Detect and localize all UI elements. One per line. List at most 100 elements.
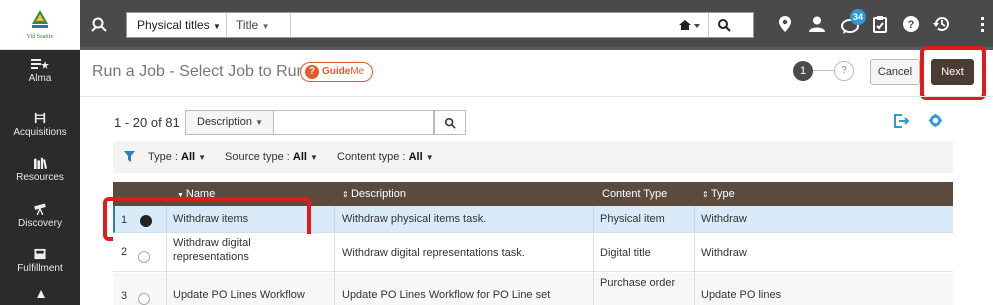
filter-source-value: All [292,151,307,163]
list-search-button[interactable] [434,110,466,135]
search-scope-dropdown[interactable]: Description ▼ [185,110,274,135]
location-icon[interactable] [779,16,791,32]
column-header-type[interactable]: ⇕ Type [702,188,735,200]
inbox-icon [34,248,46,260]
export-icon[interactable] [894,114,910,128]
row-radio-selected[interactable] [140,215,152,227]
list-search-input[interactable] [274,110,434,135]
logo-icon [32,10,48,28]
job-name: Withdraw items [173,213,249,225]
sidebar-item-label: Resources [16,172,64,183]
filter-source-type[interactable]: Source type : All ▼ [225,151,318,163]
divider [334,273,335,305]
search-scope-value: Description [197,116,253,128]
user-icon[interactable] [809,16,825,32]
sidebar-item-alma[interactable]: Alma [0,58,80,84]
row-number: 3 [121,290,128,302]
notification-badge: 34 [850,9,866,25]
column-header-label: Description [350,188,406,200]
table-row[interactable]: 2 Withdraw digital representations Withd… [113,234,953,272]
guideme-me: Me [350,66,365,77]
history-icon[interactable] [933,16,950,32]
search-bar: Physical titles ▼ Title ▼ [126,12,754,38]
divider [166,206,167,233]
search-type-value: Physical titles [137,18,210,32]
column-header-content-type[interactable]: Content Type [602,188,667,200]
guideme-button[interactable]: ? GuideMe [300,62,373,82]
job-description: Withdraw digital representations task. [342,247,525,259]
job-name: Update PO Lines Workflow [173,289,305,301]
divider [593,206,594,233]
job-description: Update PO Lines Workflow for PO Line set [342,289,551,301]
filter-type-value: All [181,151,196,163]
sidebar-item-resources[interactable]: Resources [0,157,80,183]
caret-down-icon: ▼ [255,118,264,127]
home-icon [679,20,700,30]
job-content-type: Purchase order [600,277,676,289]
divider [593,273,594,305]
table-header: ▼ Name ⇕ Description Content Type ⇕ Type [113,182,953,206]
sidebar-item-label: Fulfillment [17,263,63,274]
filter-type[interactable]: Type : All ▼ [148,151,206,163]
next-button[interactable]: Next [931,59,974,85]
clipboard-check-icon[interactable] [873,16,887,33]
filter-bar: Type : All ▼ Source type : All ▼ Content… [113,141,953,173]
caret-down-icon: ▼ [213,22,221,31]
caret-down-icon: ▼ [310,153,318,162]
svg-text:?: ? [908,19,915,31]
search-scope-dropdown[interactable] [675,13,705,37]
left-sidebar: Vid Seattre Alma Acquisitions Resources [0,0,80,305]
search-field-dropdown[interactable]: Title ▼ [236,13,288,37]
row-radio[interactable] [138,293,150,305]
search-type-dropdown[interactable]: Physical titles ▼ [137,13,225,37]
column-header-label: Name [185,188,216,200]
sidebar-item-label: Acquisitions [13,127,67,138]
column-header-label: Type [710,188,735,200]
divider [226,13,227,37]
column-header-description[interactable]: ⇕ Description [342,188,406,200]
sidebar-item-label: Discovery [18,218,62,229]
sidebar-item-label: Alma [28,73,52,84]
cancel-button[interactable]: Cancel [870,59,920,85]
more-vertical-icon[interactable] [980,17,985,33]
sidebar-item-fulfillment[interactable]: Fulfillment [0,248,80,274]
help-icon[interactable]: ? [903,16,919,32]
column-header-label: Content Type [602,188,668,200]
menu-star-icon [31,59,49,69]
divider [694,234,695,272]
divider [694,206,695,233]
row-radio[interactable] [138,251,150,263]
table-row[interactable]: 1 Withdraw items Withdraw physical items… [113,206,953,233]
table-row[interactable]: 3 Update PO Lines Workflow Update PO Lin… [113,273,953,305]
guideme-label: GuideMe [322,66,364,77]
job-content-type: Physical item [600,213,665,225]
header-divider [80,96,993,97]
sidebar-item-discovery[interactable]: Discovery [0,203,80,229]
stepper-step-1: 1 [793,61,813,81]
caret-down-icon: ▼ [198,153,207,162]
search-submit-button[interactable] [709,13,753,37]
institution-logo[interactable]: Vid Seattre [0,0,80,50]
logo-text: Vid Seattre [26,34,54,40]
filter-content-value: All [408,151,423,163]
row-number: 2 [121,246,128,258]
column-header-name[interactable]: ▼ Name [177,188,215,200]
job-name: Withdraw digital representations [173,237,251,263]
row-number: 1 [121,214,128,226]
books-icon [34,157,48,169]
search-field-value: Title [236,18,259,32]
persistent-search-icon[interactable] [91,16,109,34]
sort-icon: ⇕ [342,190,351,199]
caret-down-icon: ▼ [425,153,434,162]
gear-icon[interactable] [929,114,942,127]
search-input[interactable] [291,13,675,37]
filter-icon [124,151,135,162]
filter-content-type[interactable]: Content type : All ▼ [337,151,434,163]
results-count: 1 - 20 of 81 [114,115,180,130]
sort-icon: ⇕ [702,190,711,199]
filter-source-label: Source type : [225,151,290,163]
job-type: Withdraw [701,247,747,259]
sidebar-more-icon[interactable] [36,289,46,299]
job-type: Update PO lines [701,289,782,301]
sidebar-item-acquisitions[interactable]: Acquisitions [0,112,80,138]
